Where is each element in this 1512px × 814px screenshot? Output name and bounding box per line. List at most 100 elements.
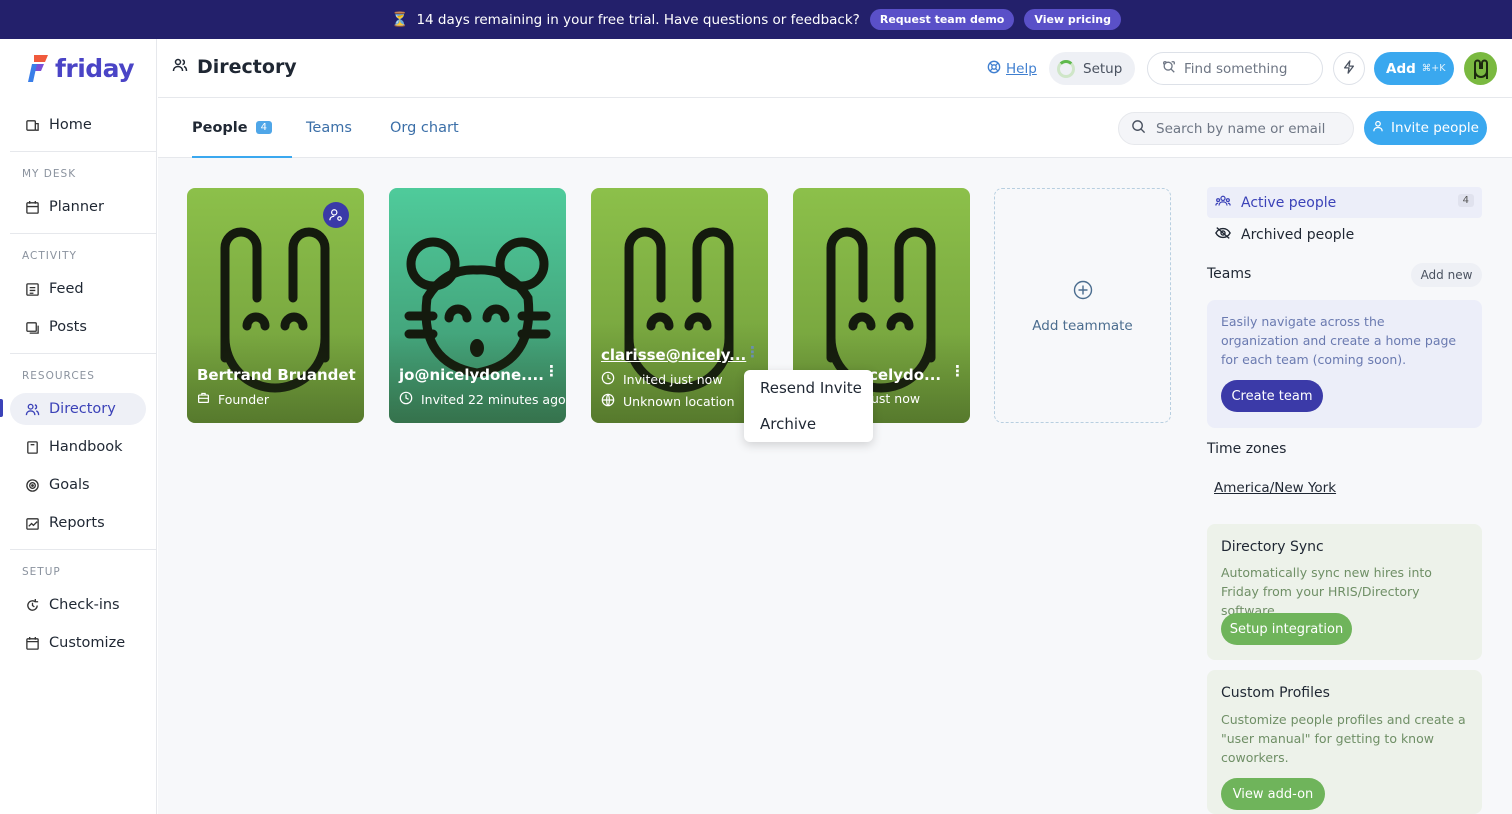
person-card[interactable]: Bertrand Bruandet Founder <box>187 188 364 423</box>
lightning-icon <box>1342 59 1356 78</box>
people-icon <box>24 401 40 417</box>
archived-people-filter[interactable]: Archived people <box>1207 224 1354 246</box>
more-options-icon[interactable]: ⋮ <box>950 362 965 380</box>
add-new-team-button[interactable]: Add new <box>1411 263 1482 287</box>
home-icon <box>24 117 40 133</box>
section-label-activity: ACTIVITY <box>22 250 77 262</box>
directory-sync-text: Automatically sync new hires into Friday… <box>1221 565 1432 618</box>
person-name[interactable]: clarisse@nicely... <box>601 346 746 364</box>
view-add-on-button[interactable]: View add-on <box>1221 778 1325 810</box>
clock-icon <box>399 391 413 408</box>
book-icon <box>24 439 40 455</box>
bunny-avatar-icon <box>1473 59 1488 79</box>
sidebar-item-feed[interactable]: Feed <box>10 273 146 305</box>
search-icon <box>1162 60 1176 78</box>
section-label-my-desk: MY DESK <box>22 168 77 180</box>
sidebar-divider <box>10 151 156 152</box>
refresh-icon <box>24 597 40 613</box>
add-teammate-card[interactable]: Add teammate <box>994 188 1171 423</box>
eye-off-icon <box>1215 226 1231 244</box>
sidebar-item-customize[interactable]: Customize <box>10 627 146 659</box>
active-indicator <box>0 399 3 417</box>
add-button[interactable]: Add ⌘+K <box>1374 52 1454 85</box>
sidebar-item-posts[interactable]: Posts <box>10 311 146 343</box>
setup-integration-button[interactable]: Setup integration <box>1221 613 1352 645</box>
sidebar-item-label: Feed <box>49 281 84 297</box>
active-people-filter[interactable]: Active people 4 <box>1207 187 1482 218</box>
time-zone-link[interactable]: America/New York <box>1214 480 1336 496</box>
sidebar-item-reports[interactable]: Reports <box>10 507 146 539</box>
people-count-badge: 4 <box>255 121 272 134</box>
brand-logo[interactable]: friday <box>28 53 135 83</box>
person-name: Bertrand Bruandet <box>197 366 356 384</box>
sidebar-item-check-ins[interactable]: Check-ins <box>10 589 146 621</box>
sidebar-item-handbook[interactable]: Handbook <box>10 431 146 463</box>
add-teammate-label: Add teammate <box>1032 318 1133 334</box>
section-label-resources: RESOURCES <box>22 370 95 382</box>
custom-profiles-card: Custom Profiles Customize people profile… <box>1207 670 1482 814</box>
person-card[interactable]: clarisse@nicely... ⋮ Invited just now Un… <box>591 188 768 423</box>
search-people-input[interactable]: Search by name or email <box>1118 112 1354 145</box>
archive-menu-item[interactable]: Archive <box>760 415 816 433</box>
person-location: Unknown location <box>601 393 735 410</box>
teams-heading: Teams <box>1207 266 1252 282</box>
sidebar-item-label: Posts <box>49 319 87 335</box>
top-bar: Directory Help Setup Find something Add … <box>158 39 1512 98</box>
clock-icon <box>601 371 615 388</box>
chart-icon <box>24 515 40 531</box>
sidebar-item-label: Goals <box>49 477 90 493</box>
briefcase-icon <box>197 391 210 407</box>
globe-icon <box>601 393 615 410</box>
find-something-input[interactable]: Find something <box>1147 52 1323 85</box>
person-card[interactable]: jo@nicelydone.... ⋮ Invited 22 minutes a… <box>389 188 566 423</box>
tab-org-chart[interactable]: Org chart <box>390 98 459 157</box>
create-team-button[interactable]: Create team <box>1221 380 1323 412</box>
window-icon <box>24 635 40 651</box>
page-title: Directory <box>172 56 297 78</box>
view-pricing-button[interactable]: View pricing <box>1024 9 1121 30</box>
sidebar-item-planner[interactable]: Planner <box>10 191 146 223</box>
plus-circle-icon <box>1073 280 1093 300</box>
teams-info-card: Easily navigate across the organization … <box>1207 300 1482 428</box>
teams-info-text: Easily navigate across the organization … <box>1221 314 1457 367</box>
more-options-icon[interactable]: ⋮ <box>544 362 559 380</box>
lifebuoy-icon <box>987 60 1001 78</box>
progress-ring-icon <box>1057 59 1075 78</box>
admin-role-badge <box>323 202 349 228</box>
help-link[interactable]: Help <box>987 52 1037 85</box>
request-demo-button[interactable]: Request team demo <box>869 9 1015 30</box>
sidebar-item-home[interactable]: Home <box>10 109 146 141</box>
tab-bar: People 4 Teams Org chart Search by name … <box>158 98 1512 158</box>
tab-teams[interactable]: Teams <box>306 98 352 157</box>
user-gear-icon <box>329 209 342 221</box>
person-context-menu: Resend Invite Archive <box>744 370 873 442</box>
tab-people[interactable]: People 4 <box>192 98 292 158</box>
active-count-badge: 4 <box>1457 194 1474 207</box>
calendar-icon <box>24 199 40 215</box>
friday-logo-icon <box>28 55 48 82</box>
invite-status: Invited 22 minutes ago <box>399 391 566 408</box>
hourglass-icon: ⏳ <box>391 11 409 28</box>
sidebar-divider <box>10 549 156 550</box>
sidebar-item-label: Customize <box>49 635 126 651</box>
user-avatar[interactable] <box>1464 52 1497 85</box>
brand-name: friday <box>55 53 135 83</box>
quick-actions-button[interactable] <box>1333 52 1365 85</box>
sidebar: friday Home MY DESK Planner ACTIVITY Fee… <box>0 39 157 814</box>
sidebar-item-directory[interactable]: Directory <box>10 393 146 425</box>
search-icon <box>1131 119 1146 138</box>
sidebar-item-label: Check-ins <box>49 597 120 613</box>
invite-people-button[interactable]: Invite people <box>1364 111 1487 145</box>
time-zones-heading: Time zones <box>1207 441 1287 457</box>
posts-icon <box>24 319 40 335</box>
resend-invite-menu-item[interactable]: Resend Invite <box>760 379 862 397</box>
section-label-setup: SETUP <box>22 566 61 578</box>
trial-banner: ⏳ 14 days remaining in your free trial. … <box>0 0 1512 39</box>
sidebar-divider <box>10 233 156 234</box>
sidebar-item-goals[interactable]: Goals <box>10 469 146 501</box>
more-options-icon[interactable]: ⋮ <box>745 343 760 361</box>
sidebar-item-label: Home <box>49 117 92 133</box>
custom-profiles-heading: Custom Profiles <box>1221 685 1330 701</box>
sidebar-item-label: Directory <box>49 401 116 417</box>
setup-button[interactable]: Setup <box>1049 52 1135 85</box>
